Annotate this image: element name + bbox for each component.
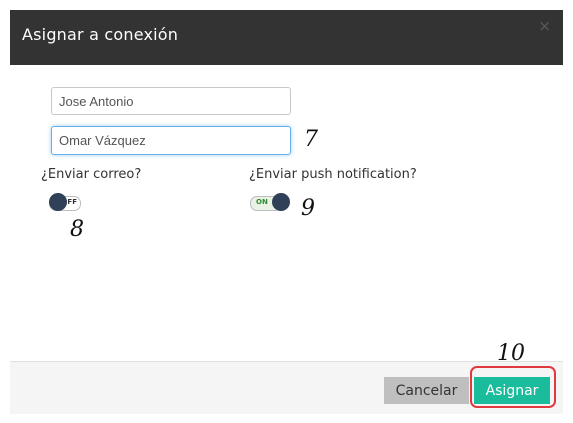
annotation-7: 7 [304,127,318,152]
cancel-button[interactable]: Cancelar [384,377,469,404]
assign-connection-modal: Asignar a conexión × ¿Enviar correo? OFF… [10,10,563,414]
from-contact-input[interactable] [51,87,291,115]
annotation-9: 9 [301,196,315,221]
send-email-toggle[interactable]: OFF [49,193,81,211]
to-contact-input[interactable] [51,126,291,155]
modal-header: Asignar a conexión × [10,10,563,65]
modal-title: Asignar a conexión [22,25,179,44]
highlight-ring [470,366,556,408]
toggle-knob [272,193,290,211]
close-icon[interactable]: × [538,19,551,34]
send-push-label: ¿Enviar push notification? [249,167,417,182]
screen: Asignar a conexión × ¿Enviar correo? OFF… [0,0,573,423]
toggle-knob [49,193,67,211]
send-push-toggle[interactable]: ON [250,193,290,211]
send-email-label: ¿Enviar correo? [41,167,142,182]
send-push-toggle-text: ON [256,198,268,206]
annotation-8: 8 [70,217,84,242]
annotation-10: 10 [497,341,525,366]
